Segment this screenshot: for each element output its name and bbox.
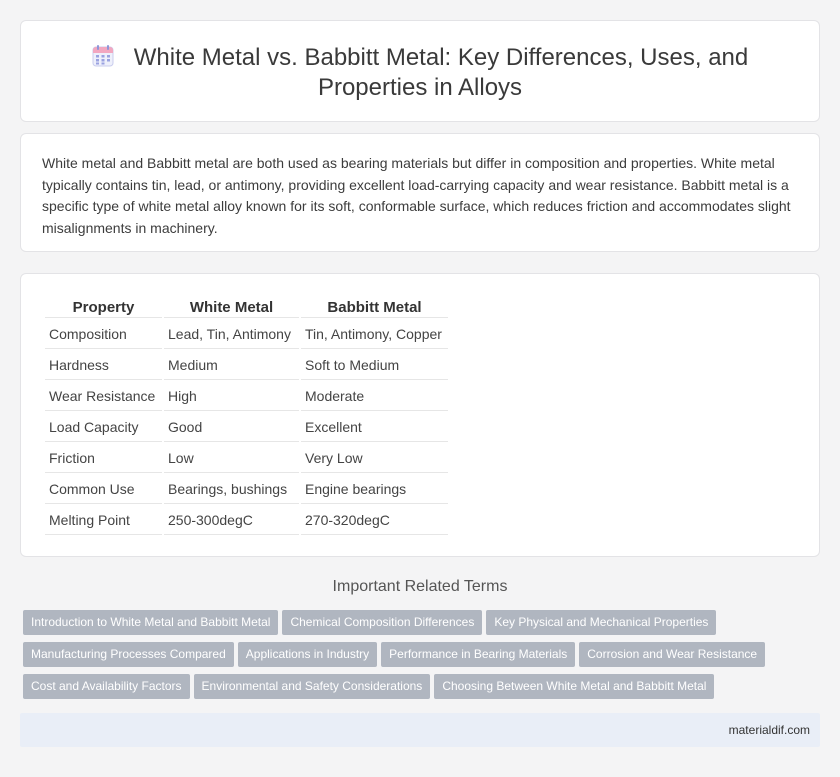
table-row: Composition Lead, Tin, Antimony Tin, Ant… <box>45 320 448 349</box>
tag-chemical-composition[interactable]: Chemical Composition Differences <box>282 610 483 635</box>
tag-bearing-performance[interactable]: Performance in Bearing Materials <box>381 642 576 667</box>
table-header-row: Property White Metal Babbitt Metal <box>45 298 448 318</box>
tag-corrosion-wear[interactable]: Corrosion and Wear Resistance <box>579 642 766 667</box>
cell-babbitt-metal: Moderate <box>301 382 448 411</box>
cell-babbitt-metal: Engine bearings <box>301 475 448 504</box>
title-line-2: Properties in Alloys <box>317 74 523 101</box>
cell-property: Melting Point <box>45 506 162 535</box>
header-babbitt-metal: Babbitt Metal <box>301 298 448 318</box>
table-row: Melting Point 250-300degC 270-320degC <box>45 506 448 535</box>
cell-babbitt-metal: 270-320degC <box>301 506 448 535</box>
related-terms-list: Introduction to White Metal and Babbitt … <box>23 610 823 706</box>
tag-manufacturing[interactable]: Manufacturing Processes Compared <box>23 642 234 667</box>
tag-applications[interactable]: Applications in Industry <box>237 642 378 667</box>
cell-property: Wear Resistance <box>45 382 162 411</box>
cell-white-metal: High <box>164 382 299 411</box>
cell-white-metal: Good <box>164 413 299 442</box>
intro-paragraph: White metal and Babbitt metal are both u… <box>42 155 791 236</box>
cell-babbitt-metal: Tin, Antimony, Copper <box>301 320 448 349</box>
cell-property: Composition <box>45 320 162 349</box>
cell-white-metal: Low <box>164 444 299 473</box>
tag-row: Manufacturing Processes Compared Applicat… <box>23 642 823 674</box>
table-row: Common Use Bearings, bushings Engine bea… <box>45 475 448 504</box>
tag-row: Introduction to White Metal and Babbitt … <box>23 610 823 642</box>
cell-babbitt-metal: Soft to Medium <box>301 351 448 380</box>
cell-white-metal: Medium <box>164 351 299 380</box>
calendar-icon <box>92 45 114 67</box>
tag-environmental-safety[interactable]: Environmental and Safety Considerations <box>193 674 431 699</box>
cell-property: Friction <box>45 444 162 473</box>
cell-babbitt-metal: Excellent <box>301 413 448 442</box>
cell-property: Common Use <box>45 475 162 504</box>
tag-choosing-between[interactable]: Choosing Between White Metal and Babbitt… <box>434 674 715 699</box>
title-line-1: White Metal vs. Babbitt Metal: Key Diffe… <box>133 44 749 71</box>
comparison-card: Property White Metal Babbitt Metal Compo… <box>20 273 820 557</box>
footer: materialdif.com <box>20 713 820 747</box>
intro-card: White metal and Babbitt metal are both u… <box>20 133 820 252</box>
table-row: Load Capacity Good Excellent <box>45 413 448 442</box>
header-card: White Metal vs. Babbitt Metal: Key Diffe… <box>20 20 820 122</box>
cell-property: Hardness <box>45 351 162 380</box>
cell-property: Load Capacity <box>45 413 162 442</box>
tag-introduction[interactable]: Introduction to White Metal and Babbitt … <box>23 610 279 635</box>
cell-white-metal: 250-300degC <box>164 506 299 535</box>
tag-physical-properties[interactable]: Key Physical and Mechanical Properties <box>486 610 717 635</box>
table-row: Hardness Medium Soft to Medium <box>45 351 448 380</box>
page-title: White Metal vs. Babbitt Metal: Key Diffe… <box>21 43 819 103</box>
cell-white-metal: Bearings, bushings <box>164 475 299 504</box>
cell-white-metal: Lead, Tin, Antimony <box>164 320 299 349</box>
table-row: Friction Low Very Low <box>45 444 448 473</box>
footer-site-link[interactable]: materialdif.com <box>729 723 810 737</box>
table-row: Wear Resistance High Moderate <box>45 382 448 411</box>
header-white-metal: White Metal <box>164 298 299 318</box>
related-terms-title: Important Related Terms <box>332 578 508 595</box>
cell-babbitt-metal: Very Low <box>301 444 448 473</box>
header-property: Property <box>45 298 162 318</box>
tag-cost-availability[interactable]: Cost and Availability Factors <box>23 674 190 699</box>
comparison-table: Property White Metal Babbitt Metal Compo… <box>43 296 450 537</box>
tag-row: Cost and Availability Factors Environment… <box>23 674 823 706</box>
